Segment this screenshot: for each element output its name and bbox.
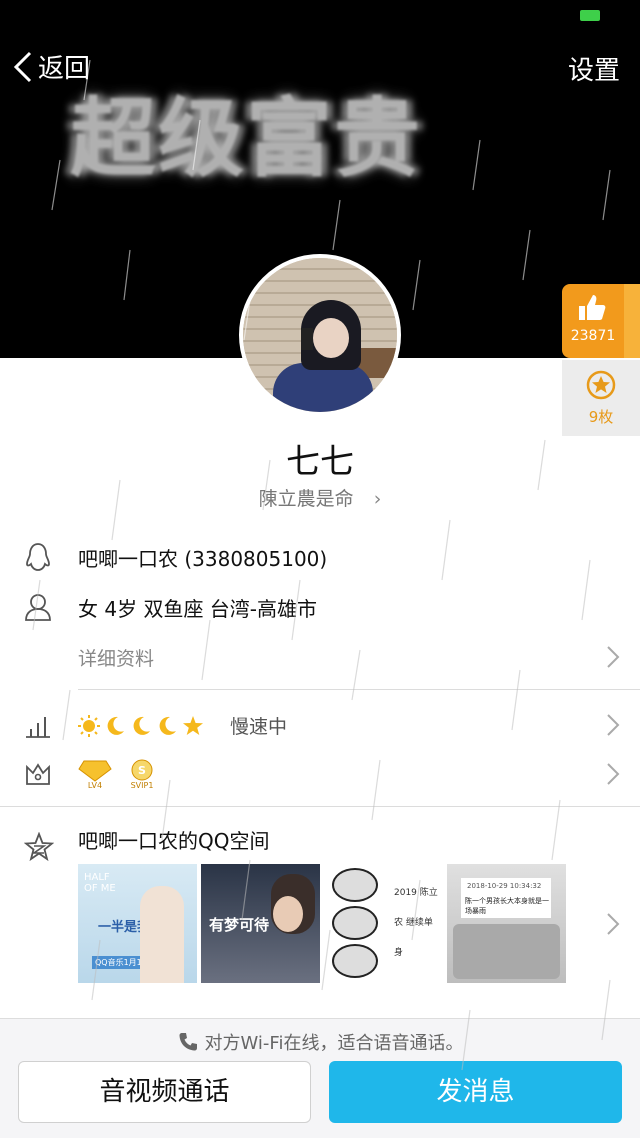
medal-button[interactable]: 9枚 bbox=[562, 360, 640, 436]
signature-text: 陳立農是命 bbox=[258, 488, 354, 510]
photo-label: 2019 陈立农 继续单身 bbox=[394, 888, 438, 958]
chevron-left-icon bbox=[13, 51, 32, 82]
qzone-star-icon bbox=[24, 832, 54, 862]
basic-info-row: 女 4岁 双鱼座 台湾-高雄市 bbox=[0, 590, 640, 624]
medal-star-icon bbox=[586, 370, 616, 400]
vip-badges: LV4 S SVIP1 bbox=[78, 758, 162, 790]
chevron-right-icon bbox=[607, 714, 620, 736]
chevron-right-icon[interactable] bbox=[606, 912, 620, 936]
divider bbox=[0, 806, 640, 807]
vip-level-label: LV4 bbox=[88, 781, 102, 789]
like-button[interactable]: 23871 bbox=[562, 284, 640, 358]
details-label: 详细资料 bbox=[78, 647, 155, 670]
avatar-phone bbox=[301, 328, 313, 350]
qzone-photo[interactable]: HALF OF ME 一半是我 QQ音乐1月1日首发 bbox=[78, 864, 197, 983]
meme-face bbox=[332, 868, 378, 902]
qzone-photo[interactable]: 有梦可待 bbox=[201, 864, 320, 983]
battery-icon bbox=[580, 10, 600, 21]
chevron-right-icon bbox=[607, 646, 620, 668]
speed-status: 慢速中 bbox=[230, 716, 288, 738]
level-chart-icon bbox=[26, 717, 50, 738]
diamond-icon: LV4 bbox=[78, 760, 112, 789]
like-badge-tab bbox=[624, 284, 640, 358]
moon-icon bbox=[133, 716, 150, 735]
photo-label: HALF OF ME bbox=[84, 872, 116, 894]
sun-icon bbox=[78, 714, 100, 737]
photo-label: 2018-10-29 10:34:32 bbox=[467, 882, 542, 890]
details-row[interactable]: 详细资料 bbox=[0, 640, 640, 674]
wifi-tip-text: 对方Wi-Fi在线，适合语音通话。 bbox=[204, 1033, 464, 1054]
signature-link[interactable]: 陳立農是命 › bbox=[0, 484, 640, 511]
avatar-body bbox=[273, 363, 373, 412]
printer-body bbox=[453, 924, 560, 979]
basic-info: 女 4岁 双鱼座 台湾-高雄市 bbox=[78, 596, 318, 621]
qzone-thumbnails[interactable]: HALF OF ME 一半是我 QQ音乐1月1日首发 有梦可待 2019 陈立农… bbox=[78, 864, 566, 983]
back-button[interactable]: 返回 bbox=[12, 48, 90, 85]
moon-icon bbox=[107, 716, 124, 735]
qq-account: 吧唧一口农 (3380805100) bbox=[78, 546, 328, 571]
svip-level-label: SVIP1 bbox=[131, 781, 154, 790]
level-icons: 慢速中 bbox=[78, 712, 287, 739]
avatar-face bbox=[313, 318, 349, 358]
qzone-title: 吧唧一口农的QQ空间 bbox=[78, 828, 270, 853]
settings-button[interactable]: 设置 bbox=[568, 50, 620, 87]
star-icon bbox=[183, 715, 203, 735]
svip-icon: S SVIP1 bbox=[131, 759, 154, 790]
divider bbox=[78, 689, 640, 690]
moon-icon bbox=[159, 716, 176, 735]
banner-title: 超级富贵 bbox=[70, 89, 422, 189]
send-message-button[interactable]: 发消息 bbox=[329, 1061, 622, 1123]
video-call-button[interactable]: 音视频通话 bbox=[18, 1061, 311, 1123]
meme-face bbox=[332, 944, 378, 978]
wifi-tip: 对方Wi-Fi在线，适合语音通话。 bbox=[0, 1029, 640, 1055]
photo-figure bbox=[140, 886, 184, 983]
chevron-right-icon: › bbox=[373, 488, 382, 510]
penguin-icon bbox=[26, 543, 50, 571]
meme-face bbox=[332, 906, 378, 940]
person-icon bbox=[25, 594, 51, 621]
svg-text:S: S bbox=[138, 764, 146, 777]
level-row[interactable]: 慢速中 bbox=[0, 708, 640, 742]
thumbs-up-icon bbox=[579, 295, 606, 320]
qq-row: 吧唧一口农 (3380805100) bbox=[0, 540, 640, 574]
like-count: 23871 bbox=[570, 328, 616, 344]
qzone-row[interactable]: 吧唧一口农的QQ空间 bbox=[0, 822, 640, 862]
photo-face bbox=[273, 896, 303, 932]
back-label: 返回 bbox=[38, 54, 91, 84]
action-bar: 对方Wi-Fi在线，适合语音通话。 音视频通话 发消息 bbox=[0, 1018, 640, 1138]
vip-row[interactable]: LV4 S SVIP1 bbox=[0, 756, 640, 792]
avatar[interactable] bbox=[239, 254, 401, 416]
qzone-photo[interactable]: 2019 陈立农 继续单身 bbox=[324, 864, 443, 983]
nickname: 七七 bbox=[286, 442, 354, 482]
photo-text: 陈一个男孩长大本身就是一场暴雨 bbox=[465, 897, 549, 915]
phone-icon bbox=[179, 1033, 197, 1051]
medal-count: 9枚 bbox=[588, 408, 614, 426]
chevron-right-icon bbox=[607, 763, 620, 785]
qzone-photo[interactable]: 2018-10-29 10:34:32 陈一个男孩长大本身就是一场暴雨 bbox=[447, 864, 566, 983]
photo-text: 有梦可待 bbox=[209, 916, 270, 934]
crown-icon bbox=[26, 763, 50, 785]
